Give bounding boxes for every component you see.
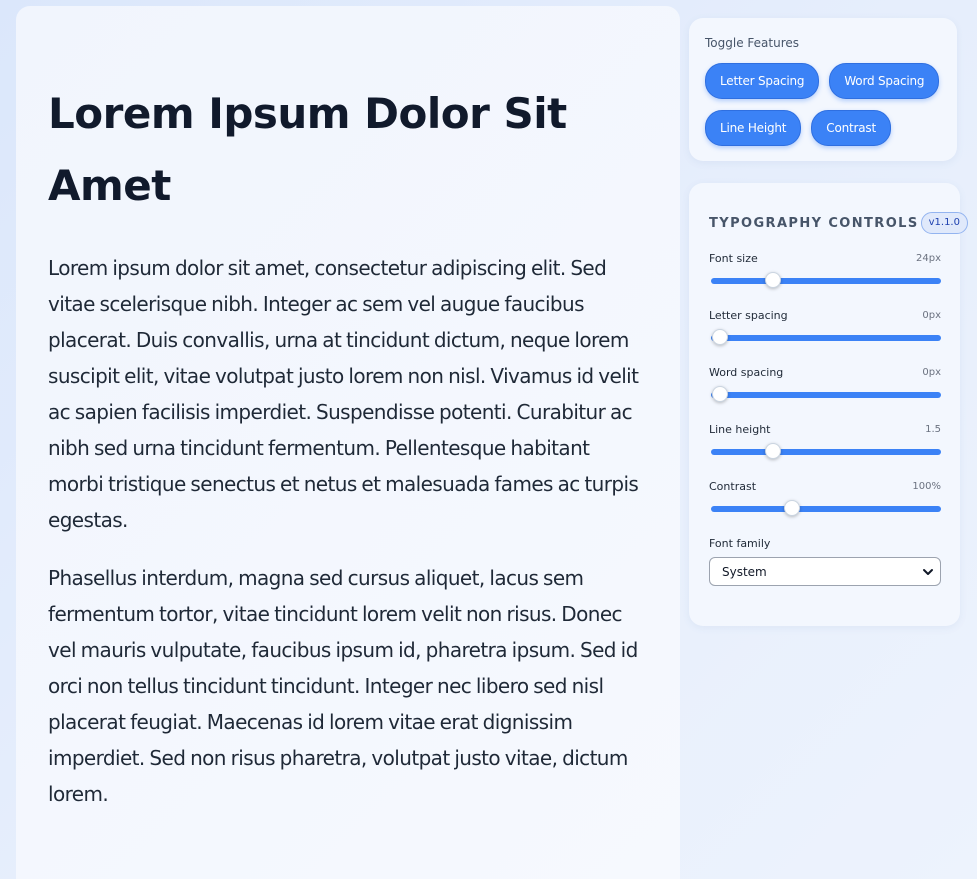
- letter-spacing-slider[interactable]: [711, 329, 941, 345]
- toggle-features-title: Toggle Features: [705, 36, 799, 50]
- controls-header: TYPOGRAPHY CONTROLS v1.1.0: [709, 211, 968, 235]
- line-height-label: Line height: [709, 422, 771, 436]
- word-spacing-slider[interactable]: [711, 386, 941, 402]
- controls-title: TYPOGRAPHY CONTROLS: [709, 215, 919, 231]
- toggle-features-card: Toggle Features Letter Spacing Word Spac…: [689, 18, 957, 161]
- toggle-letter-spacing-button[interactable]: Letter Spacing: [705, 63, 820, 99]
- version-badge: v1.1.0: [920, 212, 968, 234]
- contrast-value: 100%: [912, 480, 941, 492]
- article-panel: Lorem Ipsum Dolor Sit Amet Lorem ipsum d…: [16, 6, 680, 879]
- word-spacing-slider-thumb[interactable]: [712, 386, 729, 402]
- contrast-label: Contrast: [709, 479, 757, 493]
- article-paragraph-2: Phasellus interdum, magna sed cursus ali…: [48, 566, 638, 806]
- toggle-word-spacing-button[interactable]: Word Spacing: [829, 63, 940, 99]
- article-paragraph-1: Lorem ipsum dolor sit amet, consectetur …: [48, 256, 639, 532]
- font-size-value: 24px: [916, 252, 941, 264]
- font-size-label: Font size: [709, 251, 758, 265]
- letter-spacing-slider-thumb[interactable]: [712, 329, 729, 345]
- letter-spacing-control: Letter spacing 0px: [709, 307, 941, 364]
- word-spacing-label: Word spacing: [709, 365, 784, 379]
- contrast-slider[interactable]: [711, 500, 941, 516]
- letter-spacing-value: 0px: [922, 309, 941, 321]
- toggle-line-height-button[interactable]: Line Height: [705, 110, 802, 146]
- chevron-down-icon: [923, 568, 933, 575]
- font-family-selected-value: System: [722, 564, 767, 579]
- letter-spacing-label: Letter spacing: [709, 308, 788, 322]
- font-size-control: Font size 24px: [709, 250, 941, 307]
- word-spacing-value: 0px: [922, 366, 941, 378]
- font-size-slider[interactable]: [711, 272, 941, 288]
- line-height-control: Line height 1.5: [709, 421, 941, 478]
- font-size-slider-thumb[interactable]: [765, 272, 782, 288]
- article-title: Lorem Ipsum Dolor Sit Amet: [48, 89, 567, 210]
- line-height-slider-thumb[interactable]: [765, 443, 782, 459]
- line-height-slider[interactable]: [711, 443, 941, 459]
- font-family-select[interactable]: System: [709, 557, 941, 586]
- font-family-label: Font family: [709, 537, 771, 550]
- toggle-contrast-button[interactable]: Contrast: [811, 110, 891, 146]
- typography-controls-card: TYPOGRAPHY CONTROLS v1.1.0 Font size 24p…: [689, 183, 968, 626]
- line-height-value: 1.5: [925, 423, 941, 435]
- contrast-control: Contrast 100%: [709, 478, 941, 535]
- toggle-buttons: Letter Spacing Word Spacing Line Height …: [705, 63, 941, 146]
- contrast-slider-thumb[interactable]: [783, 500, 800, 516]
- word-spacing-control: Word spacing 0px: [709, 364, 941, 421]
